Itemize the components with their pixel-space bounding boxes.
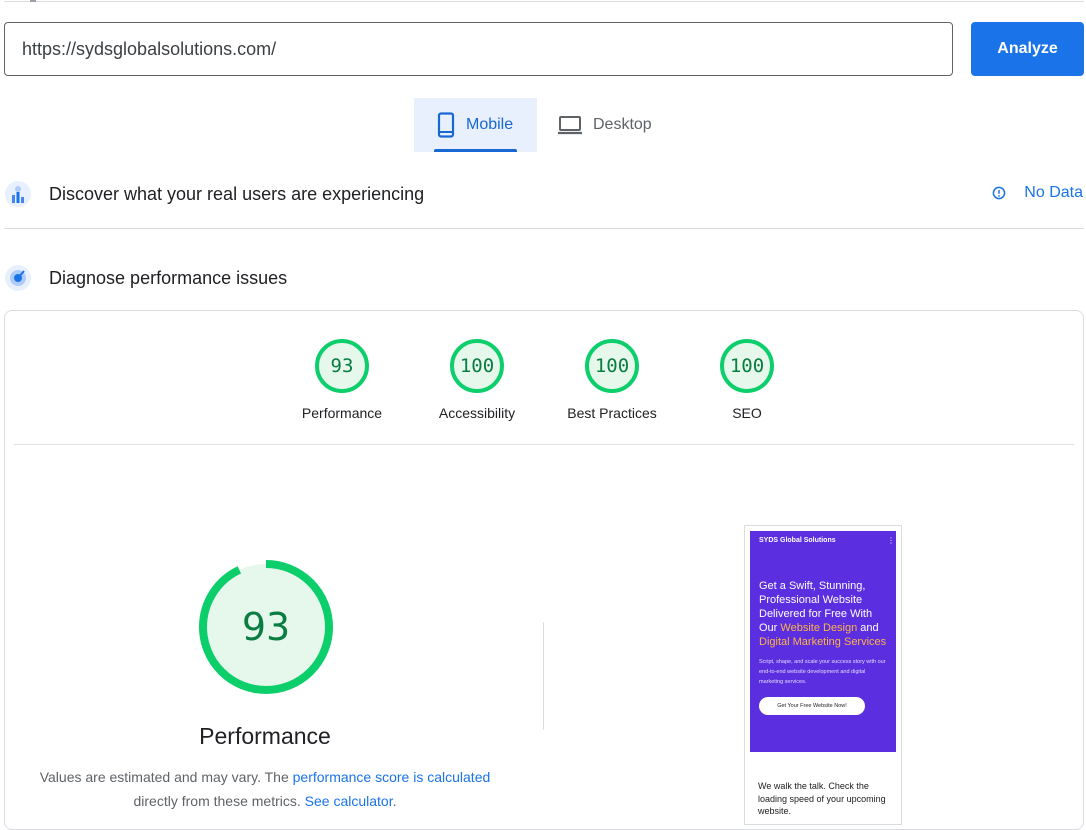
lab-data-header: Diagnose performance issues xyxy=(4,262,1084,294)
url-input[interactable] xyxy=(4,22,953,76)
screenshot-cta: Get Your Free Website Now! xyxy=(759,697,865,715)
gauge-performance-score: 93 xyxy=(315,339,369,393)
smartphone-icon xyxy=(436,112,456,138)
gauge-seo[interactable]: 100 SEO xyxy=(687,339,807,421)
gauge-accessibility-score: 100 xyxy=(450,339,504,393)
screenshot-tagline: We walk the talk. Check the loading spee… xyxy=(758,781,886,816)
headline-highlight-2: Digital Marketing Services xyxy=(759,636,887,648)
tab-mobile[interactable]: Mobile xyxy=(414,98,537,152)
tab-desktop[interactable]: Desktop xyxy=(555,98,675,152)
performance-description: Values are estimated and may vary. The p… xyxy=(25,765,505,813)
gauge-best-practices-score: 100 xyxy=(585,339,639,393)
vertical-divider xyxy=(543,622,544,730)
laptop-icon xyxy=(557,114,583,136)
final-screenshot: SYDS Global Solutions ⋮ Get a Swift, Stu… xyxy=(744,525,902,825)
gauge-seo-label: SEO xyxy=(732,405,762,421)
gauge-seo-score: 100 xyxy=(720,339,774,393)
tab-mobile-label: Mobile xyxy=(466,116,514,133)
headline-and: and xyxy=(857,622,879,634)
screenshot-brand: SYDS Global Solutions xyxy=(759,537,836,544)
tab-desktop-label: Desktop xyxy=(593,116,652,133)
lab-data-title: Diagnose performance issues xyxy=(49,267,288,288)
screenshot-headline: Get a Swift, Stunning, Professional Webs… xyxy=(759,579,891,649)
see-calculator-link[interactable]: See calculator xyxy=(305,793,393,809)
headline-highlight-1: Website Design xyxy=(780,622,858,634)
no-data-status[interactable]: No Data xyxy=(992,184,1083,202)
info-icon xyxy=(992,186,1006,200)
performance-title: Performance xyxy=(199,723,331,749)
gauge-accessibility-label: Accessibility xyxy=(438,405,516,421)
top-divider xyxy=(4,1,1084,2)
category-gauges: 93 Performance 100 Accessibility 100 Bes… xyxy=(5,339,1083,439)
gauge-performance-label: Performance xyxy=(301,405,383,421)
gauge-performance[interactable]: 93 Performance xyxy=(282,339,402,421)
screenshot-hero: SYDS Global Solutions ⋮ Get a Swift, Stu… xyxy=(750,531,896,752)
screenshot-subtext: Script, shape, and scale your success st… xyxy=(759,659,886,685)
no-data-label: No Data xyxy=(1024,184,1083,201)
performance-score: 93 xyxy=(241,605,291,649)
gauge-best-practices[interactable]: 100 Best Practices xyxy=(552,339,672,421)
field-data-header: Discover what your real users are experi… xyxy=(4,178,1084,210)
report-card: 93 Performance 100 Accessibility 100 Bes… xyxy=(4,310,1084,830)
analyze-button[interactable]: Analyze xyxy=(971,22,1084,76)
section-divider xyxy=(4,228,1084,229)
screenshot-menu-icon: ⋮ xyxy=(887,536,895,545)
desc-middle: directly from these metrics. xyxy=(133,793,305,809)
diagnose-icon xyxy=(4,264,32,292)
users-chart-icon xyxy=(4,180,32,208)
desc-suffix: . xyxy=(392,793,397,809)
gauge-accessibility[interactable]: 100 Accessibility xyxy=(417,339,537,421)
top-edge-fragment xyxy=(30,0,36,2)
score-calculation-link[interactable]: performance score is calculated xyxy=(293,769,491,785)
gauge-best-practices-label: Best Practices xyxy=(567,405,657,421)
card-divider xyxy=(14,444,1074,445)
field-data-title: Discover what your real users are experi… xyxy=(49,183,425,204)
desc-prefix: Values are estimated and may vary. The xyxy=(39,769,293,785)
